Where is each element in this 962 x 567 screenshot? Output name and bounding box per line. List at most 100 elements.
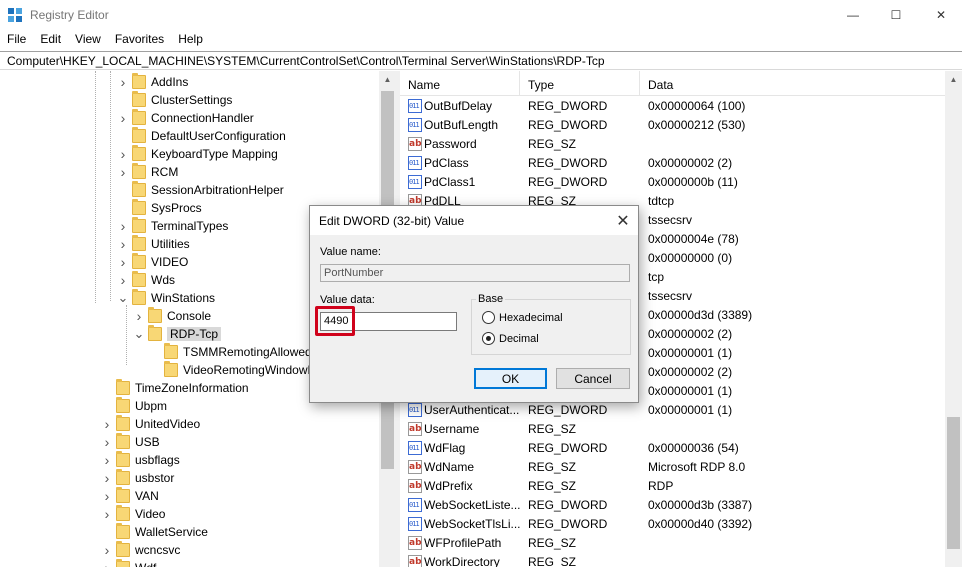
tree-item[interactable]: › TerminalTypes: [118, 217, 228, 235]
tree-item[interactable]: ClusterSettings: [118, 91, 232, 109]
tree-item[interactable]: › wcncsvc: [102, 541, 180, 559]
radio-checked-icon[interactable]: [482, 332, 495, 345]
chevron-right-icon[interactable]: ›: [102, 415, 112, 433]
chevron-right-icon[interactable]: ›: [118, 145, 128, 163]
list-item[interactable]: ab Password REG_SZ: [400, 135, 945, 154]
tree-item[interactable]: Ubpm: [102, 397, 167, 415]
tree-item[interactable]: › Console: [134, 307, 211, 325]
chevron-right-icon[interactable]: ›: [102, 469, 112, 487]
tree-item[interactable]: ⌄ WinStations: [118, 289, 215, 307]
column-data[interactable]: Data: [640, 71, 940, 96]
menu-favorites[interactable]: Favorites: [108, 30, 171, 50]
tree-item[interactable]: › RCM: [118, 163, 178, 181]
tree-item[interactable]: SessionArbitrationHelper: [118, 181, 284, 199]
list-item[interactable]: ab WorkDirectory REG_SZ: [400, 553, 945, 567]
maximize-button[interactable]: ☐: [873, 0, 919, 30]
menu-file[interactable]: File: [0, 30, 33, 50]
list-item[interactable]: WdFlag REG_DWORD 0x00000036 (54): [400, 439, 945, 458]
scroll-up-icon[interactable]: ▲: [945, 71, 962, 88]
tree-item[interactable]: › VIDEO: [118, 253, 188, 271]
chevron-right-icon[interactable]: ›: [102, 433, 112, 451]
list-cell-name: WdPrefix: [424, 479, 473, 493]
menu-help[interactable]: Help: [171, 30, 210, 50]
tree-item[interactable]: ⌄ RDP-Tcp: [134, 325, 222, 343]
chevron-right-icon[interactable]: ›: [134, 307, 144, 325]
tree-item[interactable]: › KeyboardType Mapping: [118, 145, 278, 163]
base-groupbox: [471, 299, 631, 355]
list-item[interactable]: ab WdName REG_SZ Microsoft RDP 8.0: [400, 458, 945, 477]
tree-item-label: Ubpm: [135, 399, 168, 413]
list-scroll-thumb[interactable]: [947, 417, 960, 549]
list-cell-data: 0x00000000 (0): [648, 251, 733, 265]
menu-bar: File Edit View Favorites Help: [0, 30, 962, 50]
tree-item[interactable]: WalletService: [102, 523, 208, 541]
tree-item[interactable]: › Wdf: [102, 559, 156, 567]
tree-item[interactable]: › Video: [102, 505, 165, 523]
list-item[interactable]: ab WdPrefix REG_SZ RDP: [400, 477, 945, 496]
string-value-icon: ab: [408, 555, 422, 567]
list-item[interactable]: PdClass1 REG_DWORD 0x0000000b (11): [400, 173, 945, 192]
chevron-right-icon[interactable]: ›: [118, 253, 128, 271]
tree-item[interactable]: › Utilities: [118, 235, 190, 253]
close-button[interactable]: ✕: [918, 0, 962, 30]
chevron-right-icon[interactable]: ›: [118, 109, 128, 127]
chevron-right-icon[interactable]: ›: [118, 235, 128, 253]
tree-item[interactable]: › VAN: [102, 487, 159, 505]
decimal-radio[interactable]: Decimal: [482, 332, 539, 345]
tree-item[interactable]: SysProcs: [118, 199, 202, 217]
dword-value-icon: [408, 99, 422, 113]
dword-value-icon: [408, 175, 422, 189]
chevron-right-icon[interactable]: ›: [118, 217, 128, 235]
list-item[interactable]: WebSocketListe... REG_DWORD 0x00000d3b (33…: [400, 496, 945, 515]
address-bar[interactable]: Computer\HKEY_LOCAL_MACHINE\SYSTEM\Curre…: [0, 51, 962, 70]
radio-icon[interactable]: [482, 311, 495, 324]
tree-item-label: VAN: [135, 489, 159, 503]
hexadecimal-radio[interactable]: Hexadecimal: [482, 311, 563, 324]
list-item[interactable]: OutBufDelay REG_DWORD 0x00000064 (100): [400, 97, 945, 116]
list-item[interactable]: OutBufLength REG_DWORD 0x00000212 (530): [400, 116, 945, 135]
chevron-right-icon[interactable]: ›: [118, 163, 128, 181]
menu-view[interactable]: View: [68, 30, 108, 50]
folder-icon: [116, 523, 130, 539]
tree-item[interactable]: DefaultUserConfiguration: [118, 127, 286, 145]
list-cell-name: WebSocketListe...: [424, 498, 520, 512]
scroll-up-icon[interactable]: ▲: [379, 71, 396, 88]
chevron-right-icon[interactable]: ›: [102, 451, 112, 469]
menu-edit[interactable]: Edit: [33, 30, 68, 50]
tree-item[interactable]: › ConnectionHandler: [118, 109, 254, 127]
chevron-right-icon[interactable]: ›: [118, 73, 128, 91]
chevron-right-icon[interactable]: ›: [102, 559, 112, 567]
ok-button[interactable]: OK: [474, 368, 547, 389]
list-scrollbar[interactable]: ▲: [945, 71, 962, 567]
chevron-right-icon[interactable]: ›: [102, 505, 112, 523]
list-item[interactable]: ab WFProfilePath REG_SZ: [400, 534, 945, 553]
minimize-button[interactable]: —: [830, 0, 876, 30]
chevron-right-icon[interactable]: ›: [102, 487, 112, 505]
tree-item-label: VIDEO: [151, 255, 189, 269]
tree-item[interactable]: › Wds: [118, 271, 175, 289]
tree-item[interactable]: TimeZoneInformation: [102, 379, 249, 397]
list-item[interactable]: PdClass REG_DWORD 0x00000002 (2): [400, 154, 945, 173]
tree-item[interactable]: › UnitedVideo: [102, 415, 200, 433]
list-cell-data: tcp: [648, 270, 665, 284]
chevron-right-icon[interactable]: ›: [102, 541, 112, 559]
column-name[interactable]: Name: [400, 71, 520, 96]
list-item[interactable]: ab Username REG_SZ: [400, 420, 945, 439]
tree-item[interactable]: › usbstor: [102, 469, 174, 487]
chevron-down-icon[interactable]: ⌄: [134, 325, 145, 343]
tree-item[interactable]: › usbflags: [102, 451, 180, 469]
list-item[interactable]: WebSocketTlsLi... REG_DWORD 0x00000d40 (33…: [400, 515, 945, 534]
string-value-icon: ab: [408, 460, 422, 474]
chevron-right-icon[interactable]: ›: [118, 271, 128, 289]
tree-item[interactable]: › AddIns: [118, 73, 188, 91]
list-item[interactable]: UserAuthenticat... REG_DWORD 0x00000001 (1…: [400, 401, 945, 420]
cancel-button[interactable]: Cancel: [556, 368, 630, 389]
tree-item[interactable]: VideoRemotingWindowNa: [150, 361, 323, 379]
tree-item[interactable]: › USB: [102, 433, 160, 451]
list-cell-data: Microsoft RDP 8.0: [648, 460, 746, 474]
tree-item[interactable]: TSMMRemotingAllowedAp: [150, 343, 326, 361]
dialog-close-button[interactable]: ✕: [610, 208, 636, 234]
column-type[interactable]: Type: [520, 71, 640, 96]
